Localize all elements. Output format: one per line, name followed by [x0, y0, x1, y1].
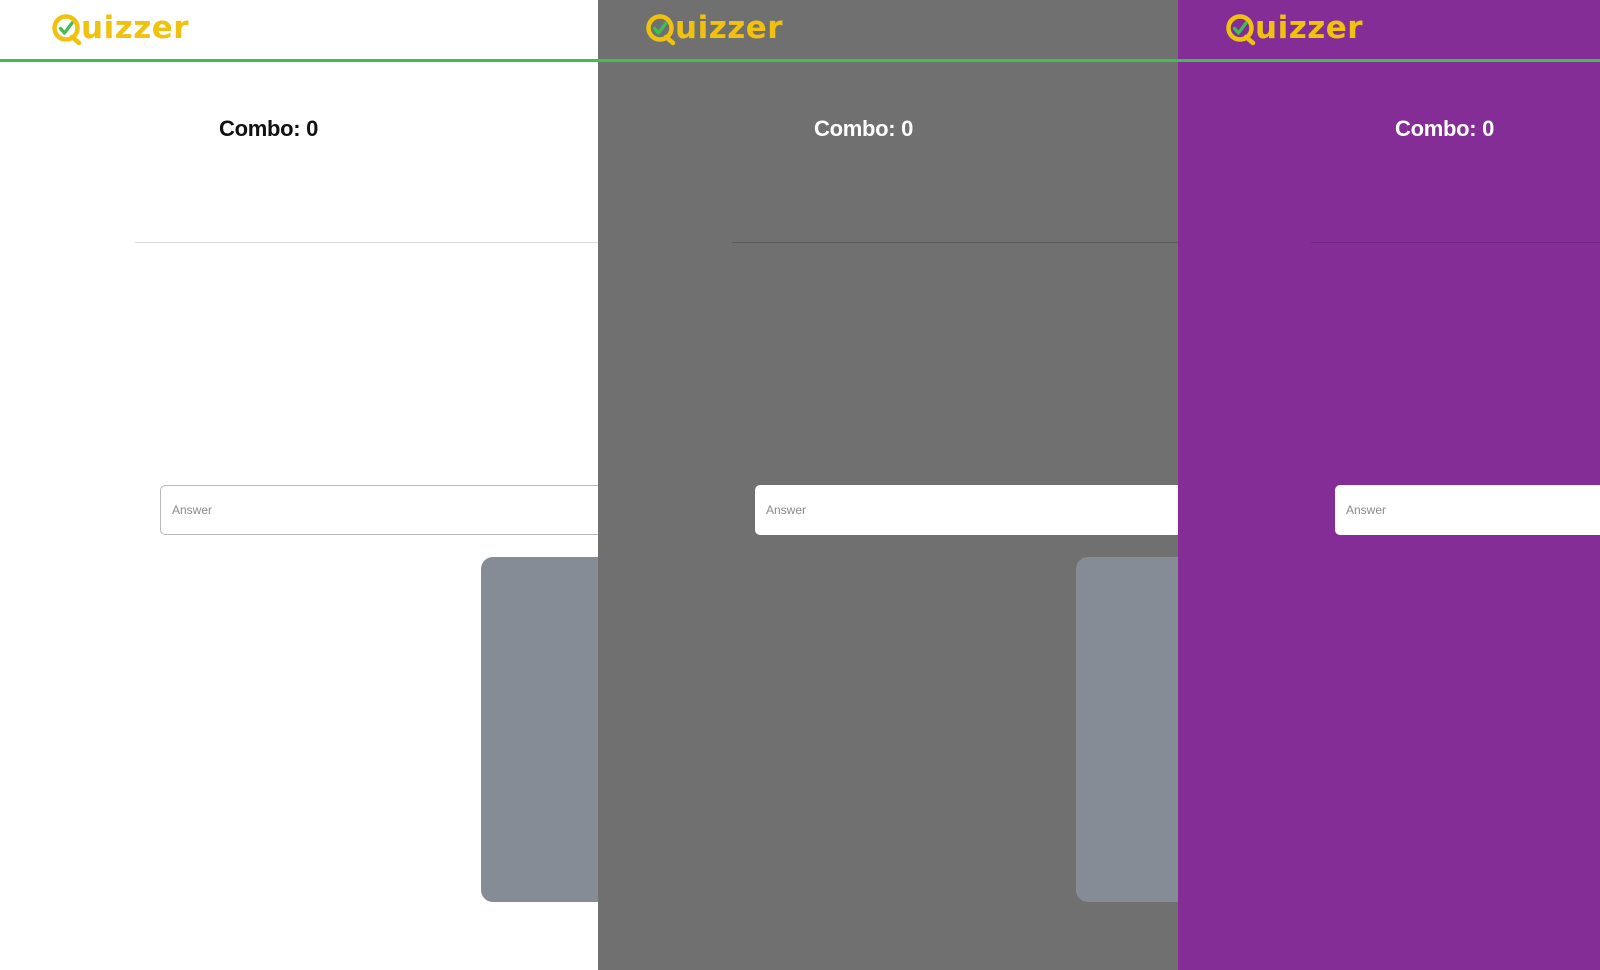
divider: [135, 242, 598, 243]
logo-text: uizzer: [81, 10, 190, 46]
divider: [1311, 242, 1600, 243]
panel-light-theme: uizzer Combo: 0: [0, 0, 598, 970]
logo-text: uizzer: [1255, 10, 1364, 46]
q-check-icon: [646, 10, 676, 46]
combo-counter: Combo: 0: [814, 116, 914, 141]
header: uizzer: [0, 0, 598, 62]
header: uizzer: [598, 0, 1178, 62]
answer-input[interactable]: [160, 485, 598, 535]
combo-counter: Combo: 0: [1395, 116, 1495, 141]
answer-input[interactable]: [1335, 485, 1600, 535]
flash-card[interactable]: [1076, 557, 1178, 902]
panel-gray-theme: uizzer Combo: 0: [598, 0, 1178, 970]
quizzer-logo[interactable]: uizzer: [52, 8, 189, 48]
theme-comparison: uizzer Combo: 0 uizzer Combo: 0: [0, 0, 1600, 970]
panel-purple-theme: uizzer Combo: 0: [1178, 0, 1600, 970]
divider: [732, 242, 1178, 243]
logo-text: uizzer: [675, 10, 784, 46]
q-check-icon: [1226, 10, 1256, 46]
flash-card[interactable]: [481, 557, 598, 902]
quizzer-logo[interactable]: uizzer: [1226, 8, 1363, 48]
q-check-icon: [52, 10, 82, 46]
combo-counter: Combo: 0: [219, 116, 319, 141]
quizzer-logo[interactable]: uizzer: [646, 8, 783, 48]
header: uizzer: [1178, 0, 1600, 62]
answer-input[interactable]: [755, 485, 1178, 535]
